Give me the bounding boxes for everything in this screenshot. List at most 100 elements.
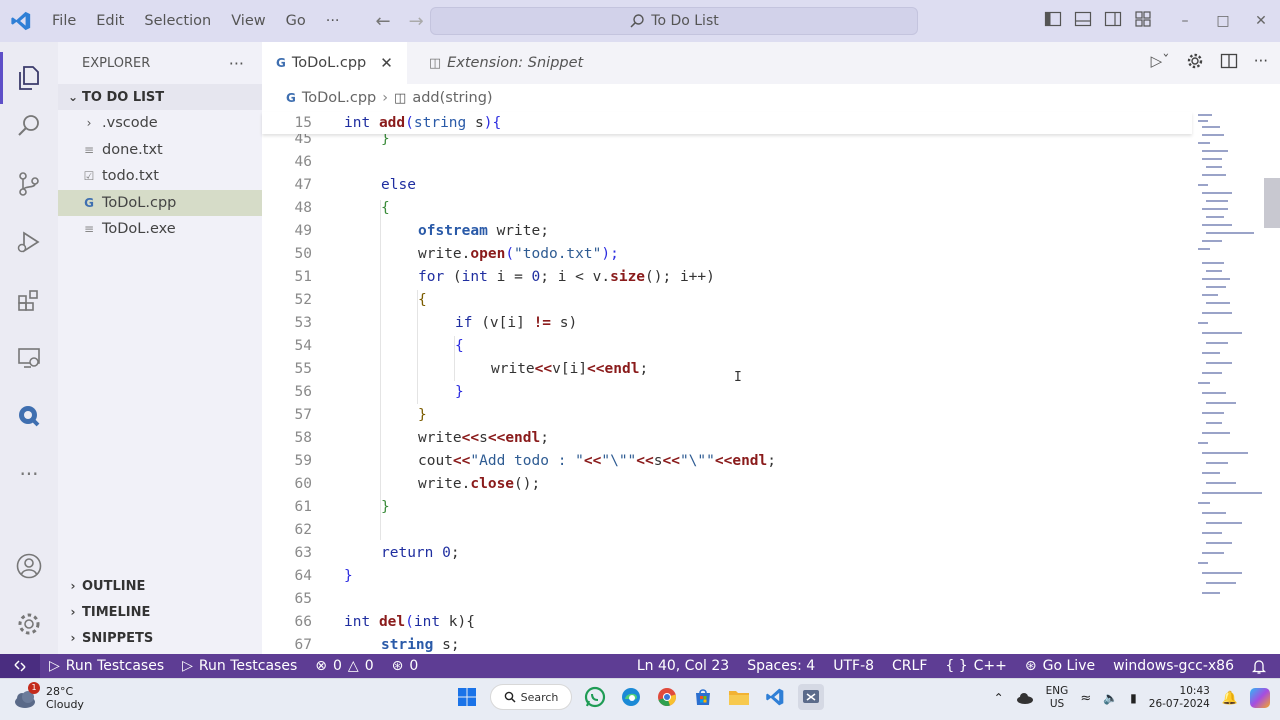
- compiler-config[interactable]: windows-gcc-x86: [1104, 658, 1243, 674]
- breadcrumb-file[interactable]: ToDoL.cpp: [302, 90, 376, 106]
- sticky-scroll-line[interactable]: 15 int add(string s){: [262, 112, 1192, 134]
- cursor-position[interactable]: Ln 40, Col 23: [628, 658, 738, 674]
- show-hidden-icons-icon[interactable]: ⌃: [994, 691, 1004, 705]
- wifi-icon[interactable]: ≈: [1080, 691, 1091, 706]
- input-language[interactable]: ENG US: [1046, 685, 1069, 711]
- indentation[interactable]: Spaces: 4: [738, 658, 824, 674]
- code-line: 46: [262, 151, 312, 173]
- encoding[interactable]: UTF-8: [824, 658, 883, 674]
- battery-icon[interactable]: ▮: [1130, 691, 1137, 705]
- file-explorer-icon[interactable]: [726, 684, 752, 710]
- problems-indicator[interactable]: ⊗ 0 △ 0: [306, 658, 382, 674]
- maximize-icon[interactable]: □: [1204, 0, 1242, 42]
- quokka-icon[interactable]: [9, 396, 49, 436]
- menu-file[interactable]: File: [42, 0, 86, 42]
- edge-browser-icon[interactable]: [618, 684, 644, 710]
- tab-todol-cpp[interactable]: G ToDoL.cpp ✕: [262, 42, 407, 84]
- code-text: return 0;: [381, 545, 460, 561]
- weather-widget[interactable]: 1 28°C Cloudy: [12, 682, 84, 711]
- toggle-sidebar-icon[interactable]: [1044, 10, 1062, 28]
- more-views-icon[interactable]: ···: [9, 454, 49, 494]
- section-timeline[interactable]: › TIMELINE: [58, 599, 262, 625]
- settings-gear-icon[interactable]: [9, 604, 49, 644]
- chrome-browser-icon[interactable]: [654, 684, 680, 710]
- method-icon: ◫: [394, 90, 407, 106]
- snipping-tool-icon[interactable]: [798, 684, 824, 710]
- menu-more[interactable]: ···: [316, 0, 350, 42]
- code-editor[interactable]: 15 int add(string s){ 45 } 46 47 else 48…: [262, 112, 1192, 654]
- extensions-icon[interactable]: [9, 280, 49, 320]
- language-mode[interactable]: { } C++: [936, 658, 1016, 674]
- broadcast-icon: ⊛: [391, 658, 404, 674]
- editor-area: G ToDoL.cpp ✕ ◫ Extension: Snippet ▷ˇ ··…: [262, 42, 1280, 654]
- error-icon: ⊗: [315, 658, 327, 674]
- explorer-more-icon[interactable]: ···: [229, 54, 244, 73]
- remote-indicator-icon[interactable]: [0, 654, 40, 678]
- onedrive-cloud-icon[interactable]: [1016, 692, 1034, 704]
- explorer-icon[interactable]: [9, 58, 49, 98]
- run-testcases-button-1[interactable]: ▷ Run Testcases: [40, 658, 173, 674]
- back-arrow-icon[interactable]: ←: [376, 11, 391, 32]
- tree-item-vscode[interactable]: › .vscode: [58, 110, 262, 137]
- accounts-icon[interactable]: [9, 546, 49, 586]
- section-snippets[interactable]: › SNIPPETS: [58, 625, 262, 651]
- tree-item-label: .vscode: [102, 115, 158, 132]
- tab-extension-snippet[interactable]: ◫ Extension: Snippet: [407, 42, 615, 84]
- search-activity-icon[interactable]: [9, 106, 49, 146]
- command-center-search[interactable]: To Do List: [430, 7, 918, 35]
- folder-root[interactable]: ⌄ TO DO LIST: [58, 84, 262, 110]
- line-number: 51: [294, 269, 312, 285]
- minimize-icon[interactable]: –: [1166, 0, 1204, 42]
- tree-item-todol-cpp[interactable]: G ToDoL.cpp: [58, 189, 262, 216]
- code-line: 57 }: [262, 404, 427, 426]
- ports-indicator[interactable]: ⊛ 0: [383, 658, 428, 674]
- tree-item-todo-txt[interactable]: ☑ todo.txt: [58, 163, 262, 190]
- windows-start-icon[interactable]: [454, 684, 480, 710]
- play-icon: ▷: [49, 658, 60, 674]
- section-outline[interactable]: › OUTLINE: [58, 573, 262, 599]
- code-line: 59 cout<<"Add todo : "<<"\""<<s<<"\""<<e…: [262, 450, 776, 472]
- code-text: write.close();: [418, 476, 541, 492]
- menu-selection[interactable]: Selection: [134, 0, 221, 42]
- forward-arrow-icon[interactable]: →: [409, 11, 424, 32]
- warning-icon: △: [347, 658, 359, 674]
- remote-explorer-icon[interactable]: [9, 338, 49, 378]
- volume-icon[interactable]: 🔈: [1103, 691, 1118, 705]
- notifications-bell-icon[interactable]: [1243, 659, 1280, 674]
- breadcrumb-symbol[interactable]: add(string): [412, 90, 492, 106]
- settings-gear-icon[interactable]: [1186, 52, 1204, 70]
- menu-go[interactable]: Go: [276, 0, 316, 42]
- go-live-button[interactable]: ⊛ Go Live: [1016, 658, 1104, 674]
- microsoft-store-icon[interactable]: [690, 684, 716, 710]
- vertical-scrollbar[interactable]: [1264, 178, 1280, 228]
- copilot-icon[interactable]: [1250, 688, 1270, 708]
- tree-item-done-txt[interactable]: ≡ done.txt: [58, 137, 262, 164]
- menu-view[interactable]: View: [221, 0, 275, 42]
- run-code-icon[interactable]: ▷ˇ: [1151, 52, 1170, 70]
- source-control-icon[interactable]: [9, 164, 49, 204]
- toggle-panel-icon[interactable]: [1074, 10, 1092, 28]
- split-editor-icon[interactable]: [1220, 52, 1238, 70]
- close-tab-icon[interactable]: ✕: [380, 54, 393, 72]
- tree-item-todol-exe[interactable]: ≡ ToDoL.exe: [58, 216, 262, 243]
- run-testcases-label: Run Testcases: [65, 658, 165, 674]
- toggle-secondary-sidebar-icon[interactable]: [1104, 10, 1122, 28]
- vscode-taskbar-icon[interactable]: [762, 684, 788, 710]
- vscode-logo-icon: [0, 0, 42, 42]
- menu-edit[interactable]: Edit: [86, 0, 134, 42]
- line-number: 59: [294, 453, 312, 469]
- end-of-line[interactable]: CRLF: [883, 658, 936, 674]
- section-timeline-label: TIMELINE: [82, 604, 151, 620]
- clock[interactable]: 10:43 26-07-2024: [1149, 685, 1210, 711]
- run-testcases-button-2[interactable]: ▷ Run Testcases: [173, 658, 306, 674]
- run-debug-icon[interactable]: [9, 222, 49, 262]
- code-line: 55 write<<v[i]<<endl;: [262, 358, 649, 380]
- notification-bell-icon[interactable]: 🔔: [1222, 691, 1238, 706]
- minimap[interactable]: [1192, 112, 1262, 612]
- whatsapp-icon[interactable]: [582, 684, 608, 710]
- line-number: 55: [294, 361, 312, 377]
- taskbar-search[interactable]: Search: [490, 684, 572, 710]
- close-window-icon[interactable]: ✕: [1242, 0, 1280, 42]
- customize-layout-icon[interactable]: [1134, 10, 1152, 28]
- more-actions-icon[interactable]: ···: [1254, 52, 1268, 70]
